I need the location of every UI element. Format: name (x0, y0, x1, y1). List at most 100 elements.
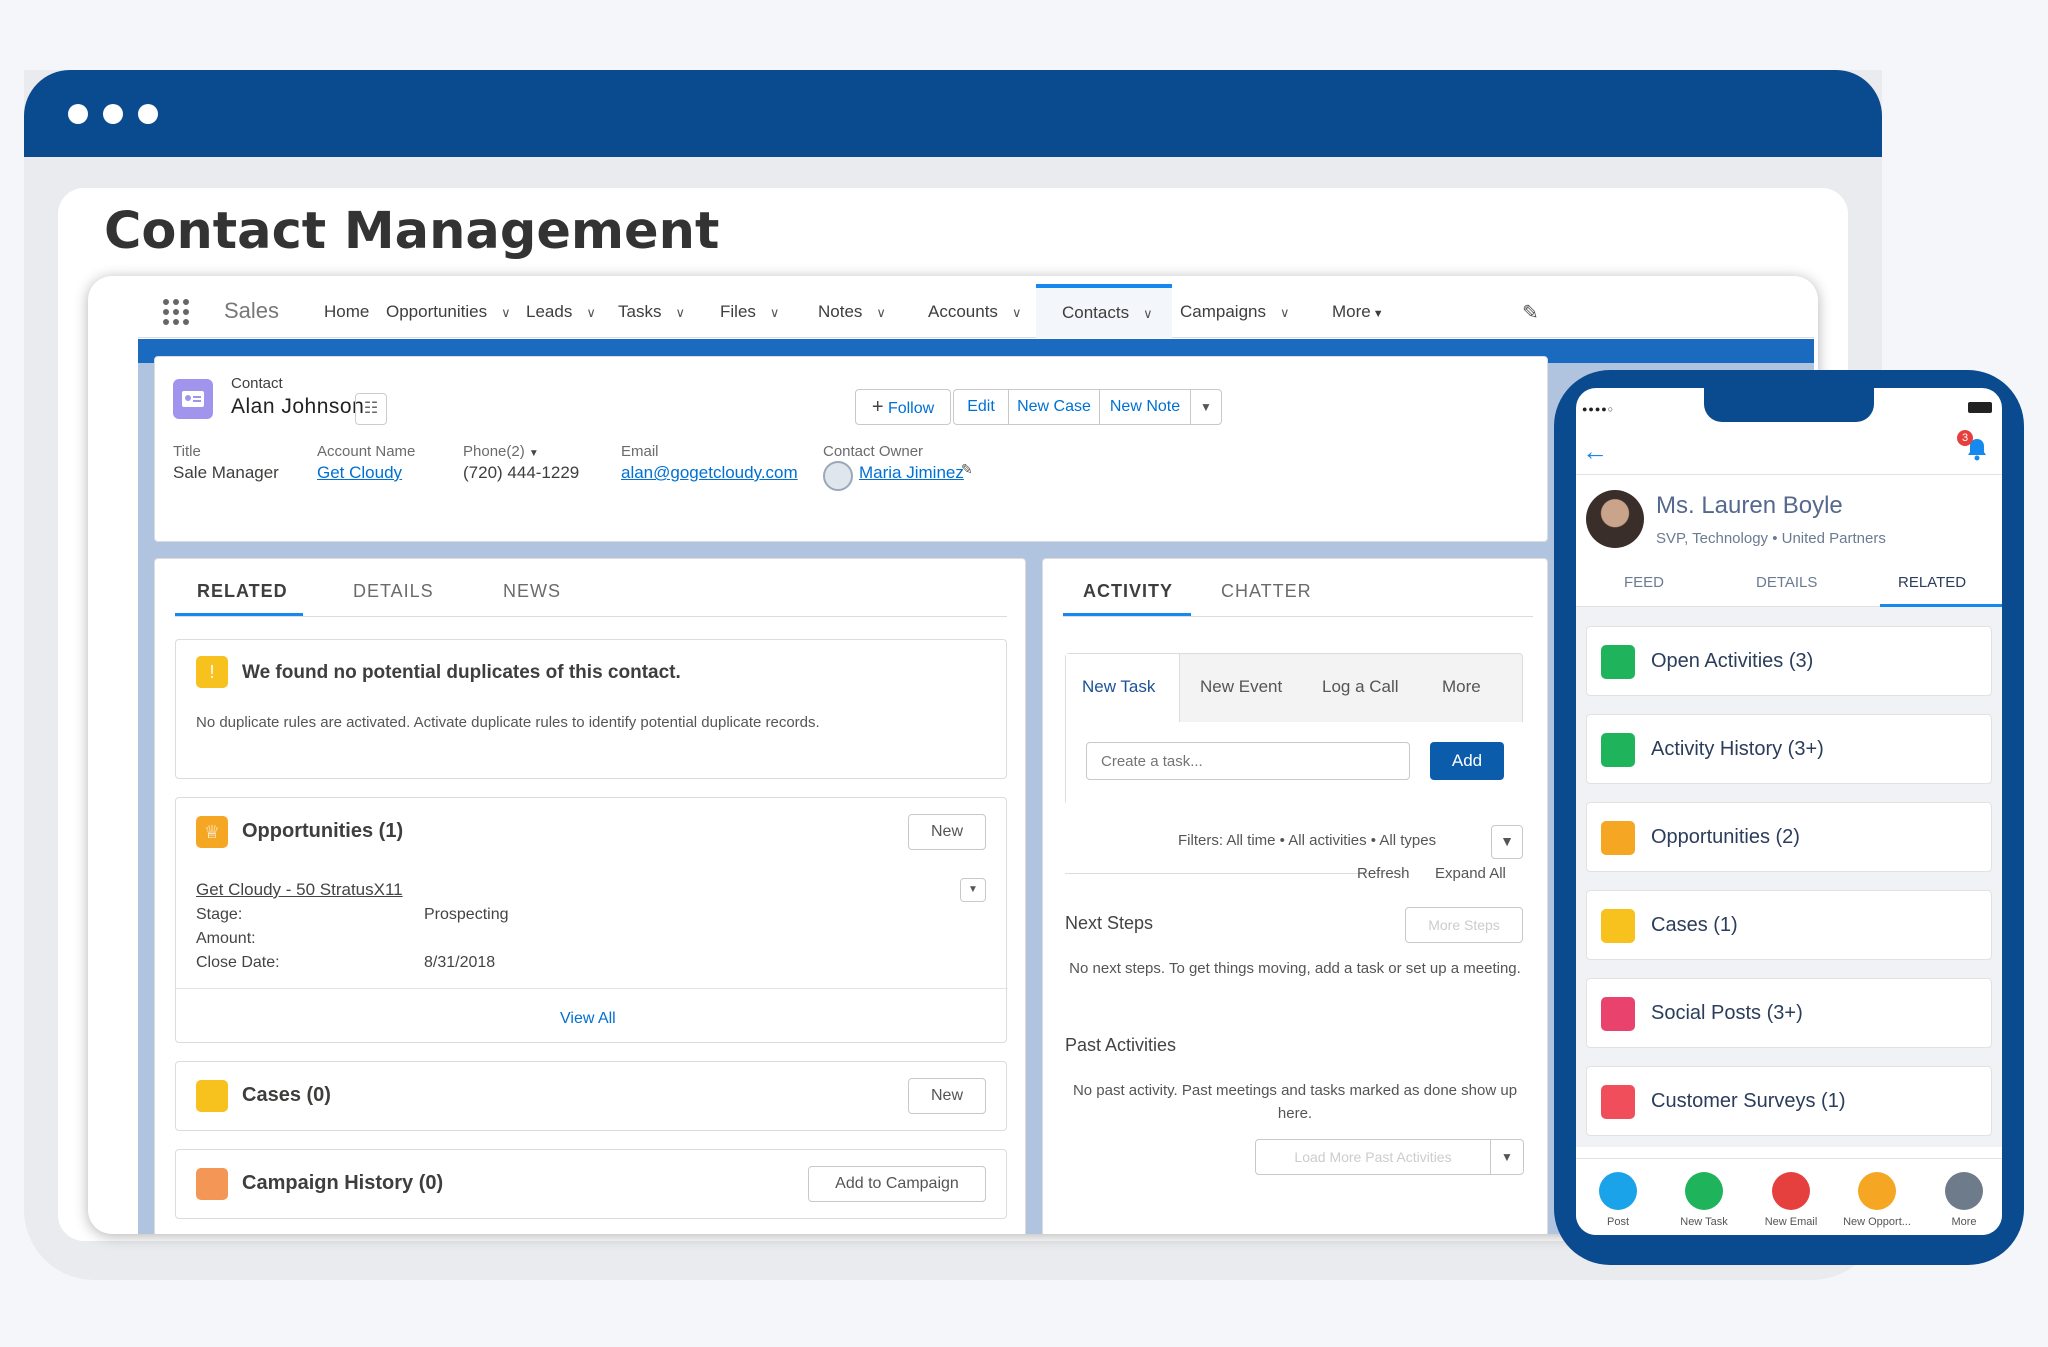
nav-leads[interactable]: Leads ∨ (526, 302, 596, 322)
task-input[interactable] (1086, 742, 1410, 780)
subtab-new-task[interactable]: New Task (1066, 654, 1180, 722)
back-arrow-icon[interactable]: ← (1582, 436, 1608, 467)
close-date-label: Close Date: (196, 954, 280, 971)
nav-campaigns[interactable]: Campaigns ∨ (1180, 302, 1290, 322)
megaphone-icon (1601, 1085, 1635, 1119)
nav-tasks[interactable]: Tasks ∨ (618, 302, 685, 322)
opportunity-link[interactable]: Get Cloudy - 50 StratusX11 (196, 880, 403, 900)
cases-card: Cases (0) New (175, 1061, 1007, 1131)
app-launcher-icon[interactable] (162, 298, 190, 331)
related-open-activities[interactable]: Open Activities (3) (1586, 626, 1992, 696)
campaign-card: Campaign History (0) Add to Campaign (175, 1149, 1007, 1219)
nav-accounts[interactable]: Accounts ∨ (928, 302, 1021, 322)
new-email-icon[interactable] (1772, 1172, 1810, 1210)
cases-title: Cases (0) (242, 1084, 331, 1106)
tab-divider (175, 616, 1007, 617)
nav-opportunities[interactable]: Opportunities ∨ (386, 302, 511, 322)
notification-badge: 3 (1957, 430, 1973, 446)
signal-icon: ●●●●○ (1582, 404, 1615, 414)
row-action-dropdown[interactable]: ▼ (960, 878, 986, 902)
subtab-log-call[interactable]: Log a Call (1322, 677, 1399, 697)
related-opportunities[interactable]: Opportunities (2) (1586, 802, 1992, 872)
mtab-related[interactable]: RELATED (1898, 574, 1966, 591)
duplicates-card: ! We found no potential duplicates of th… (175, 639, 1007, 779)
chevron-down-icon: ∨ (769, 305, 780, 320)
action-label: New Opport... (1843, 1216, 1911, 1228)
phone-notch (1704, 388, 1874, 422)
field-label: Title (173, 443, 201, 460)
more-actions-dropdown[interactable]: ▼ (1190, 389, 1222, 425)
duplicates-text: No duplicate rules are activated. Activa… (196, 714, 820, 731)
tab-details[interactable]: DETAILS (353, 581, 434, 602)
edit-nav-icon[interactable]: ✎ (1522, 300, 1539, 325)
new-opportunity-icon[interactable] (1858, 1172, 1896, 1210)
chevron-down-icon: ∨ (1280, 305, 1290, 320)
more-icon[interactable] (1945, 1172, 1983, 1210)
load-more-button[interactable]: Load More Past Activities (1255, 1139, 1491, 1175)
duplicates-title: We found no potential duplicates of this… (242, 662, 681, 683)
expand-all-link[interactable]: Expand All (1435, 865, 1506, 882)
hierarchy-icon[interactable]: ☷ (355, 393, 387, 425)
window-dot (103, 104, 123, 124)
related-customer-surveys[interactable]: Customer Surveys (1) (1586, 1066, 1992, 1136)
divider (1576, 474, 2002, 475)
post-icon[interactable] (1599, 1172, 1637, 1210)
view-all-link[interactable]: View All (560, 1010, 616, 1028)
activities-icon (1601, 645, 1635, 679)
case-icon (1601, 909, 1635, 943)
mtab-details[interactable]: DETAILS (1756, 574, 1817, 591)
tab-divider (1063, 616, 1533, 617)
mtab-feed[interactable]: FEED (1624, 574, 1664, 591)
browser-titlebar (24, 70, 1882, 157)
field-label: Account Name (317, 443, 416, 460)
nav-notes[interactable]: Notes ∨ (818, 302, 886, 322)
record-header: Contact Alan Johnson ☷ + Follow Edit New… (154, 356, 1548, 542)
chevron-down-icon: ∨ (586, 305, 596, 320)
related-cases[interactable]: Cases (1) (1586, 890, 1992, 960)
chevron-down-icon: ∨ (1143, 306, 1153, 321)
nav-contacts[interactable]: Contacts ∨ (1036, 284, 1172, 338)
account-link[interactable]: Get Cloudy (317, 463, 402, 483)
more-steps-button[interactable]: More Steps (1405, 907, 1523, 943)
chevron-down-icon: ∨ (1011, 305, 1022, 320)
email-link[interactable]: alan@gogetcloudy.com (621, 463, 798, 483)
new-case-button[interactable]: New (908, 1078, 986, 1114)
close-date-value: 8/31/2018 (424, 954, 496, 971)
tab-news[interactable]: NEWS (503, 581, 561, 602)
no-past-text: No past activity. Past meetings and task… (1072, 1082, 1518, 1122)
campaign-icon (196, 1168, 228, 1200)
tab-chatter[interactable]: CHATTER (1221, 581, 1312, 602)
subtab-more[interactable]: More (1442, 677, 1481, 697)
activity-panel: ACTIVITY CHATTER New Task New Event Log … (1042, 558, 1548, 1234)
related-social-posts[interactable]: Social Posts (3+) (1586, 978, 1992, 1048)
new-task-icon[interactable] (1685, 1172, 1723, 1210)
tab-activity[interactable]: ACTIVITY (1083, 581, 1173, 602)
change-owner-icon[interactable]: ✎ (961, 461, 973, 478)
subtab-new-event[interactable]: New Event (1200, 677, 1282, 697)
new-case-button[interactable]: New Case (1008, 389, 1100, 425)
nav-files[interactable]: Files ∨ (720, 302, 779, 322)
action-label: More (1951, 1216, 1977, 1228)
edit-button[interactable]: Edit (953, 389, 1009, 425)
new-note-button[interactable]: New Note (1099, 389, 1191, 425)
action-label: New Task (1680, 1216, 1728, 1228)
load-more-dropdown[interactable]: ▼ (1490, 1139, 1524, 1175)
follow-button[interactable]: + Follow (855, 389, 951, 425)
filter-icon[interactable]: ▼ (1491, 825, 1523, 859)
window-dot (68, 104, 88, 124)
nav-home[interactable]: Home (324, 302, 369, 322)
contact-icon (173, 379, 213, 419)
new-opportunity-button[interactable]: New (908, 814, 986, 850)
tab-related[interactable]: RELATED (197, 581, 288, 602)
add-task-button[interactable]: Add (1430, 742, 1504, 780)
divider (1065, 873, 1405, 874)
refresh-link[interactable]: Refresh (1357, 865, 1410, 882)
next-steps-title: Next Steps (1065, 913, 1154, 933)
field-label: Phone(2) ▼ (463, 443, 539, 460)
battery-icon (1968, 402, 1992, 413)
opportunities-card: ♕ Opportunities (1) New Get Cloudy - 50 … (175, 797, 1008, 1043)
related-activity-history[interactable]: Activity History (3+) (1586, 714, 1992, 784)
owner-link[interactable]: Maria Jiminez (859, 463, 964, 483)
add-to-campaign-button[interactable]: Add to Campaign (808, 1166, 986, 1202)
nav-more[interactable]: More ▼ (1332, 302, 1384, 322)
